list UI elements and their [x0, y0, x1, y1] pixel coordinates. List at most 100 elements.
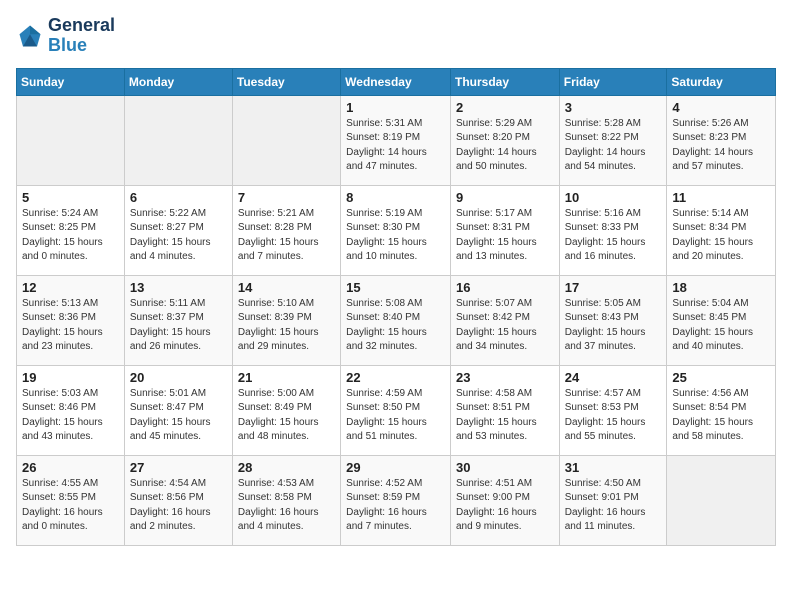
- page-header: General Blue: [16, 16, 776, 56]
- calendar-cell: 23 Sunrise: 4:58 AMSunset: 8:51 PMDayligh…: [450, 365, 559, 455]
- day-header-sunday: Sunday: [17, 68, 125, 95]
- day-number: 5: [22, 190, 119, 205]
- calendar-cell: 26 Sunrise: 4:55 AMSunset: 8:55 PMDayligh…: [17, 455, 125, 545]
- calendar-cell: 29 Sunrise: 4:52 AMSunset: 8:59 PMDayligh…: [341, 455, 451, 545]
- calendar-cell: 4 Sunrise: 5:26 AMSunset: 8:23 PMDaylight…: [667, 95, 776, 185]
- day-number: 29: [346, 460, 445, 475]
- calendar-cell: 25 Sunrise: 4:56 AMSunset: 8:54 PMDayligh…: [667, 365, 776, 455]
- day-number: 14: [238, 280, 335, 295]
- day-info: Sunrise: 5:31 AMSunset: 8:19 PMDaylight:…: [346, 117, 445, 175]
- day-number: 25: [672, 370, 770, 385]
- day-number: 15: [346, 280, 445, 295]
- day-number: 3: [565, 100, 662, 115]
- day-number: 19: [22, 370, 119, 385]
- day-number: 13: [130, 280, 227, 295]
- calendar-cell: 31 Sunrise: 4:50 AMSunset: 9:01 PMDayligh…: [559, 455, 667, 545]
- day-number: 27: [130, 460, 227, 475]
- day-info: Sunrise: 5:11 AMSunset: 8:37 PMDaylight:…: [130, 297, 227, 355]
- day-info: Sunrise: 5:24 AMSunset: 8:25 PMDaylight:…: [22, 207, 119, 265]
- calendar-cell: 14 Sunrise: 5:10 AMSunset: 8:39 PMDayligh…: [232, 275, 340, 365]
- calendar-cell: 24 Sunrise: 4:57 AMSunset: 8:53 PMDayligh…: [559, 365, 667, 455]
- day-info: Sunrise: 4:50 AMSunset: 9:01 PMDaylight:…: [565, 477, 662, 535]
- day-header-thursday: Thursday: [450, 68, 559, 95]
- day-number: 8: [346, 190, 445, 205]
- day-info: Sunrise: 5:00 AMSunset: 8:49 PMDaylight:…: [238, 387, 335, 445]
- calendar-cell: 5 Sunrise: 5:24 AMSunset: 8:25 PMDaylight…: [17, 185, 125, 275]
- day-header-saturday: Saturday: [667, 68, 776, 95]
- day-header-wednesday: Wednesday: [341, 68, 451, 95]
- day-info: Sunrise: 5:03 AMSunset: 8:46 PMDaylight:…: [22, 387, 119, 445]
- day-info: Sunrise: 4:55 AMSunset: 8:55 PMDaylight:…: [22, 477, 119, 535]
- day-number: 18: [672, 280, 770, 295]
- day-number: 17: [565, 280, 662, 295]
- calendar-cell: 28 Sunrise: 4:53 AMSunset: 8:58 PMDayligh…: [232, 455, 340, 545]
- logo-text: General Blue: [48, 16, 115, 56]
- calendar-cell: 7 Sunrise: 5:21 AMSunset: 8:28 PMDaylight…: [232, 185, 340, 275]
- day-info: Sunrise: 4:57 AMSunset: 8:53 PMDaylight:…: [565, 387, 662, 445]
- day-info: Sunrise: 5:28 AMSunset: 8:22 PMDaylight:…: [565, 117, 662, 175]
- day-number: 26: [22, 460, 119, 475]
- calendar-cell: 16Sunrise: 5:07 AMSunset: 8:42 PMDayligh…: [450, 275, 559, 365]
- day-number: 12: [22, 280, 119, 295]
- calendar-cell: 27 Sunrise: 4:54 AMSunset: 8:56 PMDayligh…: [124, 455, 232, 545]
- day-number: 30: [456, 460, 554, 475]
- day-number: 7: [238, 190, 335, 205]
- logo: General Blue: [16, 16, 115, 56]
- day-number: 9: [456, 190, 554, 205]
- day-number: 20: [130, 370, 227, 385]
- calendar-cell: 6 Sunrise: 5:22 AMSunset: 8:27 PMDaylight…: [124, 185, 232, 275]
- calendar-cell: 13 Sunrise: 5:11 AMSunset: 8:37 PMDayligh…: [124, 275, 232, 365]
- calendar-cell: 17 Sunrise: 5:05 AMSunset: 8:43 PMDayligh…: [559, 275, 667, 365]
- day-info: Sunrise: 5:22 AMSunset: 8:27 PMDaylight:…: [130, 207, 227, 265]
- day-number: 28: [238, 460, 335, 475]
- day-info: Sunrise: 4:53 AMSunset: 8:58 PMDaylight:…: [238, 477, 335, 535]
- calendar-cell: [667, 455, 776, 545]
- day-header-monday: Monday: [124, 68, 232, 95]
- day-info: Sunrise: 5:14 AMSunset: 8:34 PMDaylight:…: [672, 207, 770, 265]
- calendar-cell: [232, 95, 340, 185]
- day-info: Sunrise: 4:51 AMSunset: 9:00 PMDaylight:…: [456, 477, 554, 535]
- calendar-cell: 30 Sunrise: 4:51 AMSunset: 9:00 PMDayligh…: [450, 455, 559, 545]
- day-info: Sunrise: 5:13 AMSunset: 8:36 PMDaylight:…: [22, 297, 119, 355]
- day-header-friday: Friday: [559, 68, 667, 95]
- day-info: Sunrise: 5:05 AMSunset: 8:43 PMDaylight:…: [565, 297, 662, 355]
- calendar-cell: [17, 95, 125, 185]
- day-number: 10: [565, 190, 662, 205]
- day-number: 2: [456, 100, 554, 115]
- day-header-tuesday: Tuesday: [232, 68, 340, 95]
- day-number: 31: [565, 460, 662, 475]
- calendar-cell: 19 Sunrise: 5:03 AMSunset: 8:46 PMDayligh…: [17, 365, 125, 455]
- day-number: 4: [672, 100, 770, 115]
- calendar-cell: 2 Sunrise: 5:29 AMSunset: 8:20 PMDaylight…: [450, 95, 559, 185]
- day-info: Sunrise: 4:52 AMSunset: 8:59 PMDaylight:…: [346, 477, 445, 535]
- day-info: Sunrise: 4:56 AMSunset: 8:54 PMDaylight:…: [672, 387, 770, 445]
- calendar-cell: 15 Sunrise: 5:08 AMSunset: 8:40 PMDayligh…: [341, 275, 451, 365]
- day-info: Sunrise: 5:19 AMSunset: 8:30 PMDaylight:…: [346, 207, 445, 265]
- logo-icon: [16, 22, 44, 50]
- calendar-cell: 21 Sunrise: 5:00 AMSunset: 8:49 PMDayligh…: [232, 365, 340, 455]
- day-number: 11: [672, 190, 770, 205]
- day-info: Sunrise: 4:54 AMSunset: 8:56 PMDaylight:…: [130, 477, 227, 535]
- day-info: Sunrise: 5:21 AMSunset: 8:28 PMDaylight:…: [238, 207, 335, 265]
- day-info: Sunrise: 5:16 AMSunset: 8:33 PMDaylight:…: [565, 207, 662, 265]
- day-info: Sunrise: 5:04 AMSunset: 8:45 PMDaylight:…: [672, 297, 770, 355]
- day-number: 1: [346, 100, 445, 115]
- day-number: 23: [456, 370, 554, 385]
- day-number: 24: [565, 370, 662, 385]
- day-info: Sunrise: 5:07 AMSunset: 8:42 PMDaylight:…: [456, 297, 554, 355]
- day-info: Sunrise: 5:10 AMSunset: 8:39 PMDaylight:…: [238, 297, 335, 355]
- calendar-cell: 12 Sunrise: 5:13 AMSunset: 8:36 PMDayligh…: [17, 275, 125, 365]
- day-info: Sunrise: 5:26 AMSunset: 8:23 PMDaylight:…: [672, 117, 770, 175]
- day-number: 21: [238, 370, 335, 385]
- day-number: 6: [130, 190, 227, 205]
- day-info: Sunrise: 5:01 AMSunset: 8:47 PMDaylight:…: [130, 387, 227, 445]
- day-info: Sunrise: 4:59 AMSunset: 8:50 PMDaylight:…: [346, 387, 445, 445]
- day-info: Sunrise: 5:08 AMSunset: 8:40 PMDaylight:…: [346, 297, 445, 355]
- calendar-cell: [124, 95, 232, 185]
- calendar-cell: 1 Sunrise: 5:31 AMSunset: 8:19 PMDaylight…: [341, 95, 451, 185]
- calendar-cell: 9Sunrise: 5:17 AMSunset: 8:31 PMDaylight…: [450, 185, 559, 275]
- day-info: Sunrise: 5:29 AMSunset: 8:20 PMDaylight:…: [456, 117, 554, 175]
- calendar-cell: 22Sunrise: 4:59 AMSunset: 8:50 PMDayligh…: [341, 365, 451, 455]
- day-info: Sunrise: 4:58 AMSunset: 8:51 PMDaylight:…: [456, 387, 554, 445]
- calendar-table: SundayMondayTuesdayWednesdayThursdayFrid…: [16, 68, 776, 546]
